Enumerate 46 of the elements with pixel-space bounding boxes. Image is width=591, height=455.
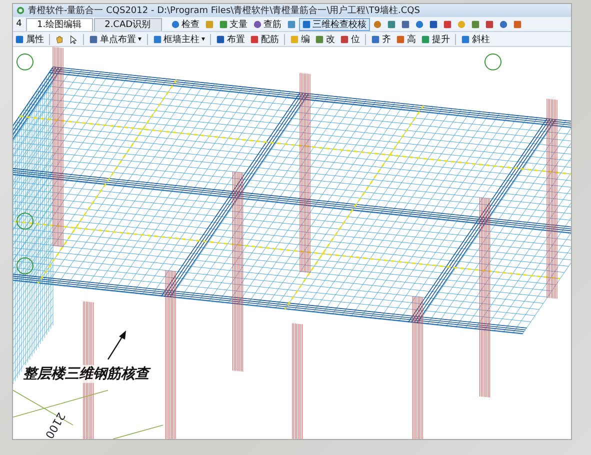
cursor-icon [69, 34, 78, 44]
toolbar-button[interactable]: 配筋 [248, 32, 282, 46]
square-icon [442, 20, 452, 28]
toolbar-button[interactable]: 斜柱 [459, 32, 492, 46]
tab[interactable]: 2.CAD识别 [94, 18, 162, 30]
toolbar-button[interactable]: 属性 [13, 32, 46, 46]
square-icon [286, 20, 296, 28]
square-icon [470, 20, 480, 28]
square-icon [340, 34, 350, 44]
toolbar-button[interactable]: 支量 [216, 18, 250, 30]
square-icon [484, 20, 494, 28]
square-icon [250, 34, 260, 44]
square-icon [371, 34, 380, 44]
toolbar-button[interactable]: 三维检查校核 [298, 18, 370, 30]
square-icon [400, 20, 410, 28]
square-icon [89, 34, 98, 44]
toolbar-button[interactable]: 提升 [419, 32, 452, 46]
window-title: 青橙软件-量筋合一 CQS2012 - D:\Program Files\青橙软件\青橙量筋合一\用户工程\T9墙柱.CQS [28, 4, 420, 17]
square-icon [512, 20, 522, 28]
square-icon [216, 34, 226, 44]
tab-scroll-button[interactable]: 4 [13, 18, 25, 30]
square-icon [15, 34, 24, 44]
square-icon [218, 20, 228, 28]
square-icon [428, 20, 438, 28]
leader-arrow [108, 330, 126, 360]
toolbar-button[interactable]: 齐 [369, 32, 394, 46]
square-icon [396, 34, 406, 44]
square-icon [461, 34, 470, 44]
square-icon [421, 34, 430, 44]
toolbar-button[interactable]: 改 [313, 32, 338, 46]
toolbar-button[interactable]: 位 [338, 32, 362, 46]
square-icon [302, 20, 311, 28]
toolbar-button[interactable]: 高 [394, 32, 418, 46]
hand-icon [55, 34, 64, 44]
toolbar-button[interactable]: 查筋 [250, 18, 284, 30]
annotation-label: 整层楼三维钢筋核查 [23, 365, 149, 383]
toolbar-button[interactable]: 检查 [168, 18, 202, 30]
toolbar-button[interactable]: 布置 [214, 32, 248, 46]
square-icon [315, 34, 324, 44]
square-icon [386, 20, 396, 28]
app-logo-icon [16, 6, 25, 15]
square-icon [290, 34, 300, 44]
square-icon [152, 34, 162, 44]
square-icon [204, 20, 214, 28]
tab[interactable]: 1.绘图编辑 [26, 18, 93, 30]
toolbar-button[interactable]: 编 [288, 32, 312, 46]
